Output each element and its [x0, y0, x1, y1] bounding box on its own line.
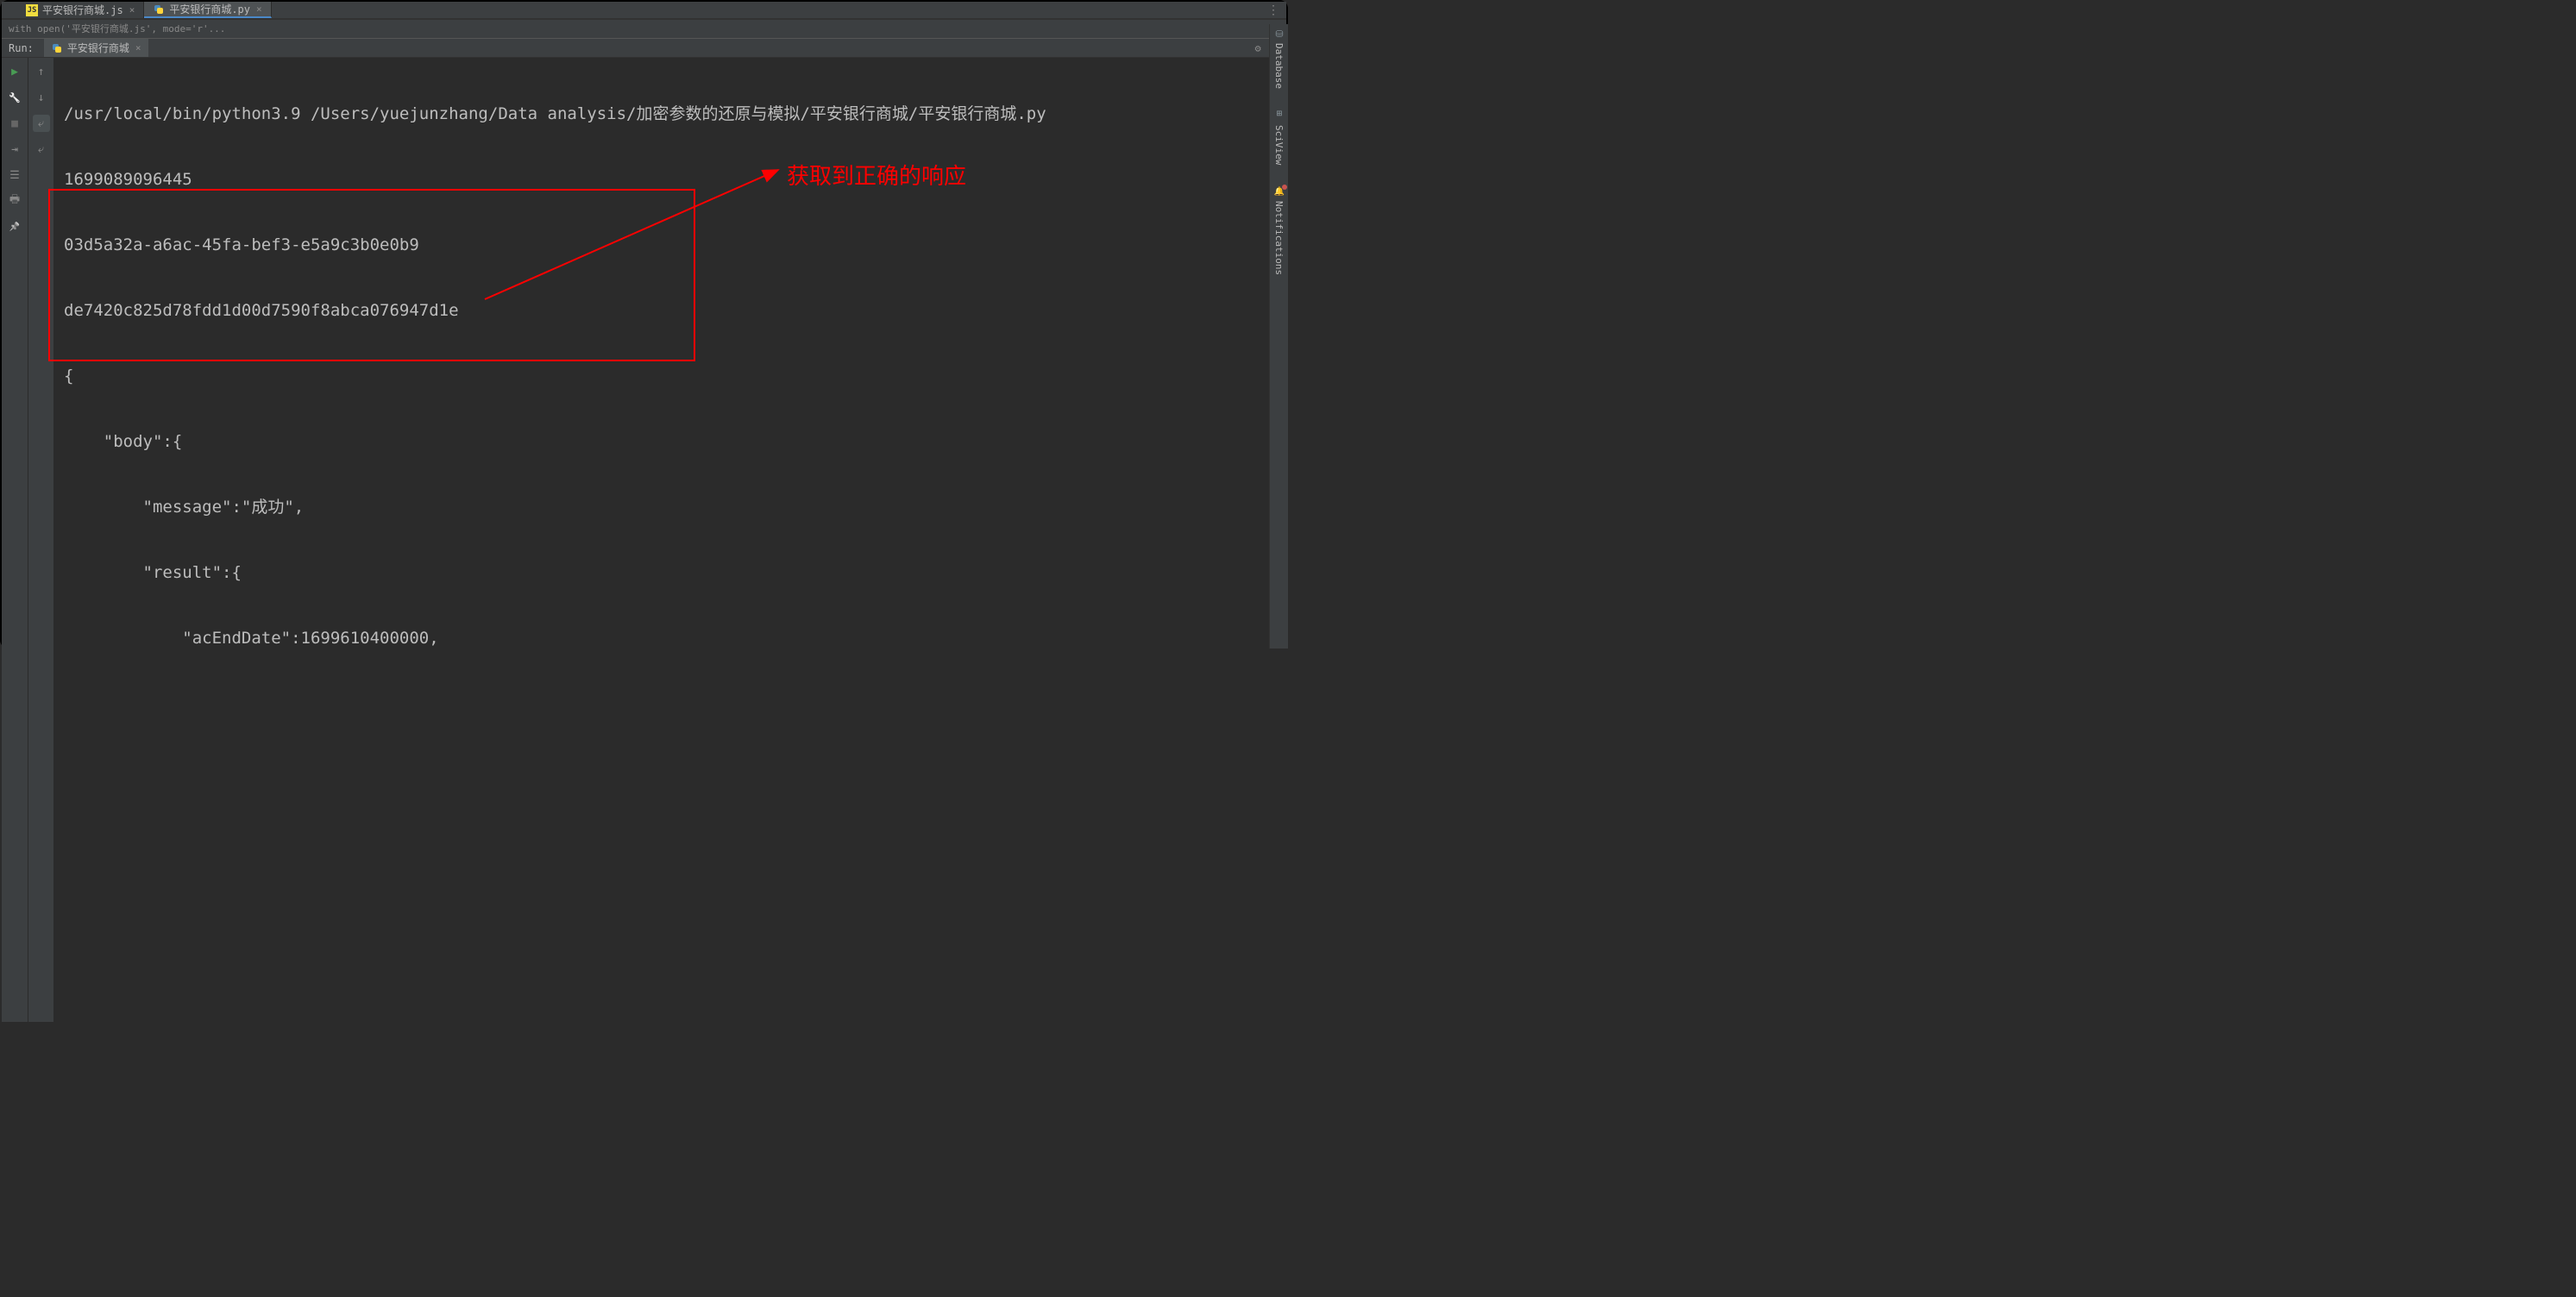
annotation-text: 获取到正确的响应	[787, 160, 966, 192]
py-file-icon	[153, 3, 165, 16]
py-file-icon	[51, 42, 63, 54]
run-toolbar-secondary	[28, 58, 53, 1022]
sidebar-sciview[interactable]: SciView	[1273, 110, 1285, 165]
mark-button[interactable]	[6, 141, 23, 158]
tab-py-file[interactable]: 平安银行商城.py ×	[144, 2, 271, 18]
console-line: 03d5a32a-a6ac-45fa-bef3-e5a9c3b0e0b9	[64, 229, 1276, 261]
sidebar-label: SciView	[1273, 125, 1285, 165]
scroll-up-button[interactable]	[33, 63, 50, 80]
js-file-icon: JS	[26, 4, 38, 16]
sciview-icon	[1273, 110, 1285, 122]
console-output[interactable]: /usr/local/bin/python3.9 /Users/yuejunzh…	[53, 58, 1286, 1022]
run-tab-label: 平安银行商城	[67, 41, 129, 55]
tab-close-icon[interactable]: ×	[129, 4, 135, 16]
console-line: de7420c825d78fdd1d00d7590f8abca076947d1e	[64, 294, 1276, 327]
console-line: "message":"成功",	[64, 491, 1276, 523]
tab-js-file[interactable]: JS 平安银行商城.js ×	[17, 2, 144, 18]
tabs-more-icon[interactable]: ⋮	[1267, 3, 1286, 17]
print-button[interactable]	[6, 192, 23, 210]
console-line: "body":{	[64, 425, 1276, 458]
edit-config-button[interactable]	[6, 89, 23, 106]
tab-label: 平安银行商城.py	[169, 2, 250, 16]
soft-wrap-button[interactable]	[33, 115, 50, 132]
scroll-down-button[interactable]	[33, 89, 50, 106]
tab-label: 平安银行商城.js	[42, 3, 123, 17]
run-panel-header: Run: 平安银行商城 ×	[2, 38, 1286, 58]
annotation-highlight-box	[48, 189, 695, 361]
pin-button[interactable]	[6, 218, 23, 235]
run-panel-body: /usr/local/bin/python3.9 /Users/yuejunzh…	[2, 58, 1286, 1022]
run-config-tab[interactable]: 平安银行商城 ×	[44, 39, 148, 57]
console-line: "acEndDate":1699610400000,	[64, 622, 1276, 655]
console-line: "result":{	[64, 556, 1276, 589]
layout-button[interactable]	[6, 166, 23, 184]
gear-icon[interactable]	[1255, 42, 1261, 54]
breadcrumb[interactable]: with open('平安银行商城.js', mode='r'...	[2, 19, 1286, 38]
breadcrumb-text: with open('平安银行商城.js', mode='r'...	[9, 23, 225, 34]
notification-dot	[1282, 185, 1287, 190]
editor-tabs-bar: JS 平安银行商城.js × 平安银行商城.py × ⋮	[2, 2, 1286, 19]
console-line: {	[64, 360, 1276, 392]
sidebar-database[interactable]: Database	[1273, 28, 1285, 89]
console-line: 1699089096445	[64, 163, 1276, 196]
scroll-end-button[interactable]	[33, 141, 50, 158]
rerun-button[interactable]	[6, 63, 23, 80]
sidebar-label: Notifications	[1273, 201, 1285, 275]
tab-close-icon[interactable]: ×	[135, 42, 141, 53]
database-icon	[1273, 28, 1285, 41]
tab-close-icon[interactable]: ×	[256, 3, 262, 15]
run-toolbar-primary	[2, 58, 28, 1022]
stop-button[interactable]	[6, 115, 23, 132]
sidebar-notifications[interactable]: Notifications	[1273, 186, 1285, 275]
run-label: Run:	[9, 42, 34, 54]
console-line: /usr/local/bin/python3.9 /Users/yuejunzh…	[64, 97, 1276, 130]
sidebar-label: Database	[1273, 43, 1285, 89]
right-tool-sidebar: Database SciView Notifications	[1269, 24, 1288, 648]
